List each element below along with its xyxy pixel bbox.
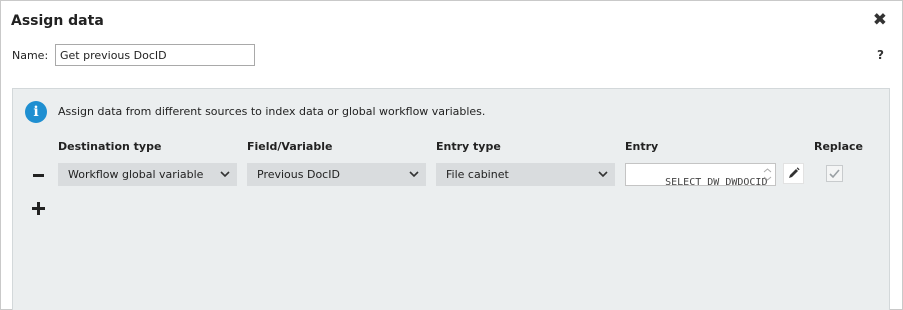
field-variable-header: Field/Variable (247, 140, 333, 153)
name-input[interactable] (55, 44, 255, 66)
replace-checkbox[interactable] (826, 165, 843, 182)
scroll-arrows-icon[interactable] (762, 166, 773, 183)
entry-header: Entry (625, 140, 659, 153)
checkmark-icon (829, 169, 840, 179)
chevron-down-icon (409, 171, 419, 178)
chevron-down-icon (598, 171, 608, 178)
entry-type-select[interactable]: File cabinet (436, 163, 615, 186)
add-row-icon[interactable] (31, 201, 47, 217)
info-icon: i (25, 101, 47, 123)
edit-entry-button[interactable] (783, 163, 804, 184)
pencil-icon (789, 167, 800, 178)
destination-type-select[interactable]: Workflow global variable (58, 163, 237, 186)
remove-row-icon[interactable] (33, 174, 44, 177)
entry-text: SELECT DW_DWDOCID FROM Accounting (665, 177, 768, 186)
assign-data-dialog: Assign data ✖ ? Name: i Assign data from… (0, 0, 903, 310)
info-text: Assign data from different sources to in… (58, 105, 486, 118)
destination-type-value: Workflow global variable (68, 168, 204, 181)
field-variable-value: Previous DocID (257, 168, 340, 181)
entry-type-header: Entry type (436, 140, 501, 153)
close-icon[interactable]: ✖ (873, 12, 887, 29)
assignment-panel: i Assign data from different sources to … (12, 88, 890, 310)
dialog-title: Assign data (11, 13, 104, 29)
entry-type-value: File cabinet (446, 168, 509, 181)
name-label: Name: (12, 49, 49, 62)
field-variable-select[interactable]: Previous DocID (247, 163, 426, 186)
entry-textarea[interactable]: SELECT DW_DWDOCID FROM Accounting (625, 163, 776, 186)
help-icon[interactable]: ? (877, 48, 884, 62)
replace-header: Replace (814, 140, 863, 153)
chevron-down-icon (220, 171, 230, 178)
destination-type-header: Destination type (58, 140, 162, 153)
